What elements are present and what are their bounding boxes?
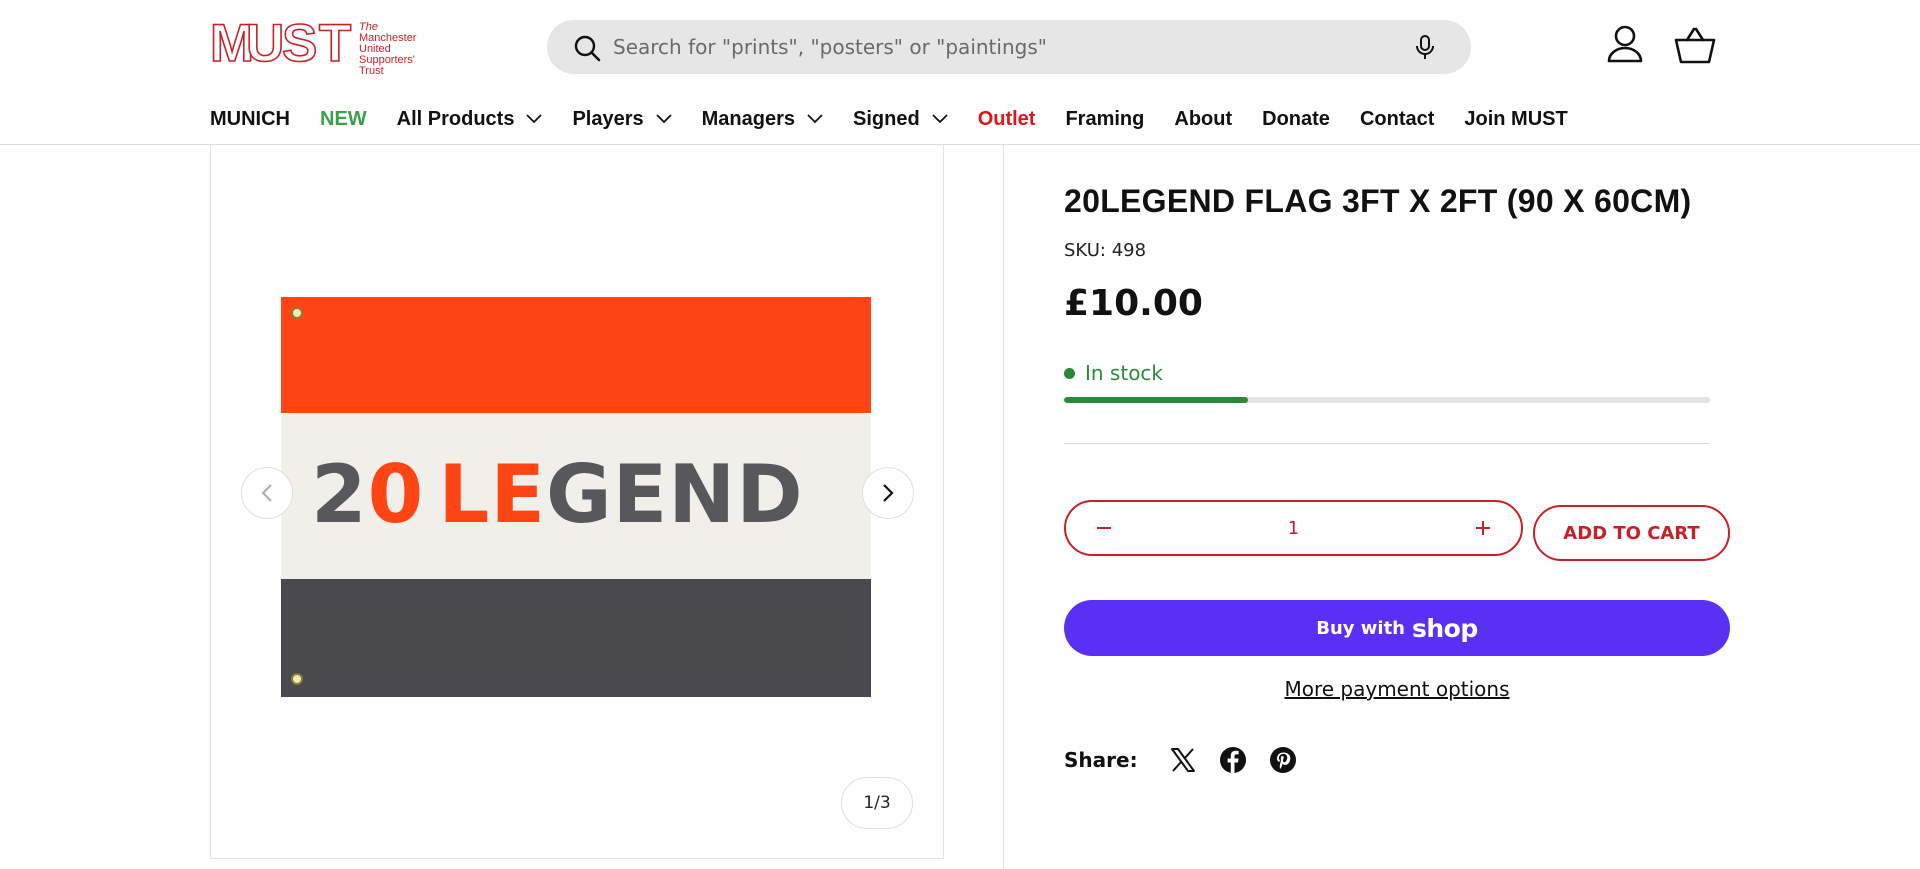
buy-with-shop-pay-button[interactable]: Buy with shop (1064, 600, 1730, 656)
grommet (291, 673, 303, 685)
chevron-right-icon (883, 484, 894, 502)
nav-item-label: Managers (701, 107, 796, 130)
shop-pay-logo: shop (1412, 613, 1478, 643)
product-sku: SKU: 498 (1064, 240, 1147, 261)
divider (1064, 443, 1710, 444)
shop-pay-prefix: Buy with (1316, 617, 1405, 639)
minus-icon (1097, 527, 1111, 529)
nav-item-label: MUNICH (210, 107, 290, 130)
stock-level-fill (1064, 397, 1249, 403)
previous-image-button[interactable] (241, 467, 293, 519)
main-nav: MUNICH NEW All Products Players Managers Sign… (210, 106, 1598, 132)
quantity-input[interactable] (1146, 502, 1441, 554)
add-to-cart-button[interactable]: ADD TO CART (1533, 505, 1730, 561)
nav-item-join-must[interactable]: Join MUST (1464, 108, 1567, 131)
logo-letter: M (209, 14, 255, 73)
search-icon[interactable] (573, 34, 601, 62)
stock-dot-icon (1064, 367, 1075, 379)
facebook-icon[interactable] (1218, 745, 1248, 775)
image-counter: 1/3 (841, 777, 913, 829)
nav-item-label: Join MUST (1464, 107, 1568, 130)
pinterest-icon[interactable] (1268, 745, 1298, 775)
decrease-quantity-button[interactable] (1076, 502, 1132, 554)
chevron-down-icon (656, 114, 672, 124)
more-payment-options-link[interactable]: More payment options (1064, 677, 1730, 701)
x-twitter-icon[interactable] (1168, 745, 1198, 775)
product-gallery: 20 LEGEND 1/3 (210, 145, 944, 859)
chevron-left-icon (261, 484, 272, 502)
nav-item-label: All Products (396, 107, 515, 130)
product-image-flag[interactable]: 20 LEGEND (281, 297, 871, 697)
chevron-down-icon (526, 114, 543, 124)
nav-item-signed[interactable]: Signed (853, 108, 948, 131)
chevron-down-icon (932, 114, 948, 124)
nav-item-label: Donate (1262, 107, 1330, 130)
site-header: M U S T The Manchester United Supporters… (0, 0, 1920, 145)
flag-wordmark: 20 LEGEND (311, 455, 804, 535)
nav-item-framing[interactable]: Framing (1065, 108, 1144, 131)
nav-item-label: Contact (1359, 107, 1435, 130)
chevron-down-icon (807, 114, 823, 124)
nav-item-about[interactable]: About (1174, 108, 1232, 131)
increase-quantity-button[interactable] (1455, 502, 1511, 554)
nav-item-label: Outlet (977, 107, 1036, 130)
logo-letter: U (245, 14, 285, 73)
nav-item-players[interactable]: Players (572, 107, 672, 131)
flag-text-2: 2 (311, 448, 368, 541)
flag-band-charcoal (281, 579, 871, 697)
nav-item-label: Framing (1065, 107, 1145, 130)
search-input[interactable] (613, 20, 1393, 74)
stock-status: In stock (1064, 361, 1163, 385)
nav-item-managers[interactable]: Managers (702, 108, 823, 131)
flag-text-le: LE (438, 448, 546, 541)
quantity-stepper (1064, 500, 1523, 556)
product-price: £10.00 (1064, 283, 1203, 324)
logo-letters: M U S T (209, 14, 352, 73)
nav-item-new[interactable]: NEW (320, 108, 367, 131)
must-logo[interactable]: M U S T The Manchester United Supporters… (209, 14, 440, 76)
nav-item-outlet[interactable]: Outlet (978, 108, 1036, 131)
nav-item-all-products[interactable]: All Products (397, 108, 543, 131)
nav-item-label: Players (572, 107, 644, 130)
grommet (291, 307, 303, 319)
logo-tagline-line: Trust (359, 65, 384, 77)
stock-level-bar (1064, 397, 1710, 403)
nav-item-label: Signed (853, 107, 920, 130)
nav-item-label: About (1174, 107, 1233, 130)
logo-letter: T (318, 14, 352, 73)
column-divider (1003, 145, 1004, 869)
plus-icon (1476, 521, 1490, 535)
nav-item-munich[interactable]: MUNICH (210, 108, 290, 131)
flag-band-orange (281, 297, 871, 413)
nav-item-donate[interactable]: Donate (1262, 108, 1330, 131)
account-icon[interactable] (1606, 24, 1644, 64)
logo-tagline: The Manchester United Supporters' Trust (359, 22, 419, 77)
next-image-button[interactable] (862, 467, 914, 519)
search-bar[interactable] (547, 20, 1471, 74)
logo-letter: S (281, 14, 318, 73)
flag-text-gend: GEND (545, 448, 804, 541)
stock-text: In stock (1085, 361, 1164, 385)
nav-item-contact[interactable]: Contact (1360, 108, 1434, 131)
flag-text-0: 0 (367, 448, 425, 541)
microphone-icon[interactable] (1413, 35, 1437, 61)
share-row: Share: (1064, 745, 1298, 775)
product-title: 20LEGEND FLAG 3FT X 2FT (90 X 60CM) (1064, 183, 1692, 219)
share-label: Share: (1064, 748, 1138, 772)
nav-item-label: NEW (320, 107, 367, 130)
basket-icon[interactable] (1674, 26, 1716, 64)
